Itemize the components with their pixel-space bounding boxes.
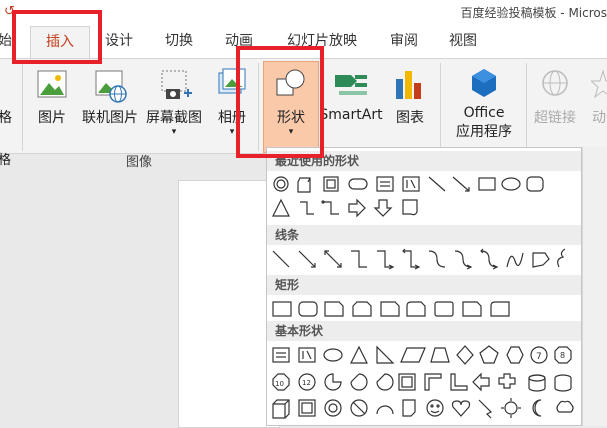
recent-shapes-grid[interactable]: [267, 172, 581, 224]
slide-canvas[interactable]: [178, 180, 280, 428]
office-apps-button[interactable]: Office 应用程序: [446, 65, 522, 141]
svg-text:12: 12: [302, 379, 311, 387]
online-picture-icon: [95, 70, 127, 103]
annotation-box-shapes: [236, 46, 324, 158]
annotation-box-insert-tab: [12, 10, 102, 64]
window-title: 百度经验投稿模板 - Micros: [460, 6, 607, 20]
separator: [22, 63, 23, 151]
gallery-scrollbar[interactable]: [582, 147, 607, 426]
separator: [440, 63, 441, 151]
tab-transitions[interactable]: 切换: [158, 26, 200, 58]
category-rectangles: 矩形: [267, 275, 581, 295]
online-picture-button[interactable]: 联机图片: [78, 65, 142, 127]
category-lines: 线条: [267, 225, 581, 245]
chevron-down-icon: ▾: [171, 127, 177, 137]
hyperlink-button[interactable]: 超链接: [530, 65, 580, 127]
cut-off-label-2: 格: [0, 153, 12, 168]
smartart-icon: [335, 75, 367, 95]
tab-review[interactable]: 审阅: [383, 26, 425, 58]
cut-off-label-1: 格: [0, 110, 12, 126]
tab-home[interactable]: 始: [0, 26, 12, 58]
svg-text:10: 10: [275, 380, 284, 388]
separator: [526, 63, 527, 151]
action-button[interactable]: 动作: [586, 65, 607, 127]
screenshot-button[interactable]: 屏幕截图 ▾: [142, 65, 206, 137]
picture-button[interactable]: 图片: [30, 65, 74, 127]
screenshot-icon: [161, 70, 192, 99]
action-star-icon: [591, 69, 607, 99]
svg-text:8: 8: [560, 351, 565, 360]
rectangles-shapes-grid[interactable]: [267, 297, 581, 323]
tab-view[interactable]: 视图: [442, 26, 484, 58]
basic-shapes-grid[interactable]: 7 8 10 12: [267, 343, 581, 425]
smartart-button[interactable]: SmartArt: [318, 65, 384, 123]
shapes-gallery: 最近使用的形状 线条 矩形 基本形状 7 8 10 12: [266, 147, 582, 426]
category-basic-shapes: 基本形状: [267, 321, 581, 341]
link-globe-icon: [542, 70, 568, 96]
picture-icon: [37, 70, 67, 98]
chart-button[interactable]: 图表: [390, 65, 430, 127]
group-label-images: 图像: [126, 155, 153, 170]
bar-chart-icon: [396, 71, 421, 99]
tab-design[interactable]: 设计: [98, 26, 140, 58]
lines-shapes-grid[interactable]: [267, 247, 581, 273]
svg-text:7: 7: [536, 352, 542, 362]
store-icon: [472, 69, 496, 97]
